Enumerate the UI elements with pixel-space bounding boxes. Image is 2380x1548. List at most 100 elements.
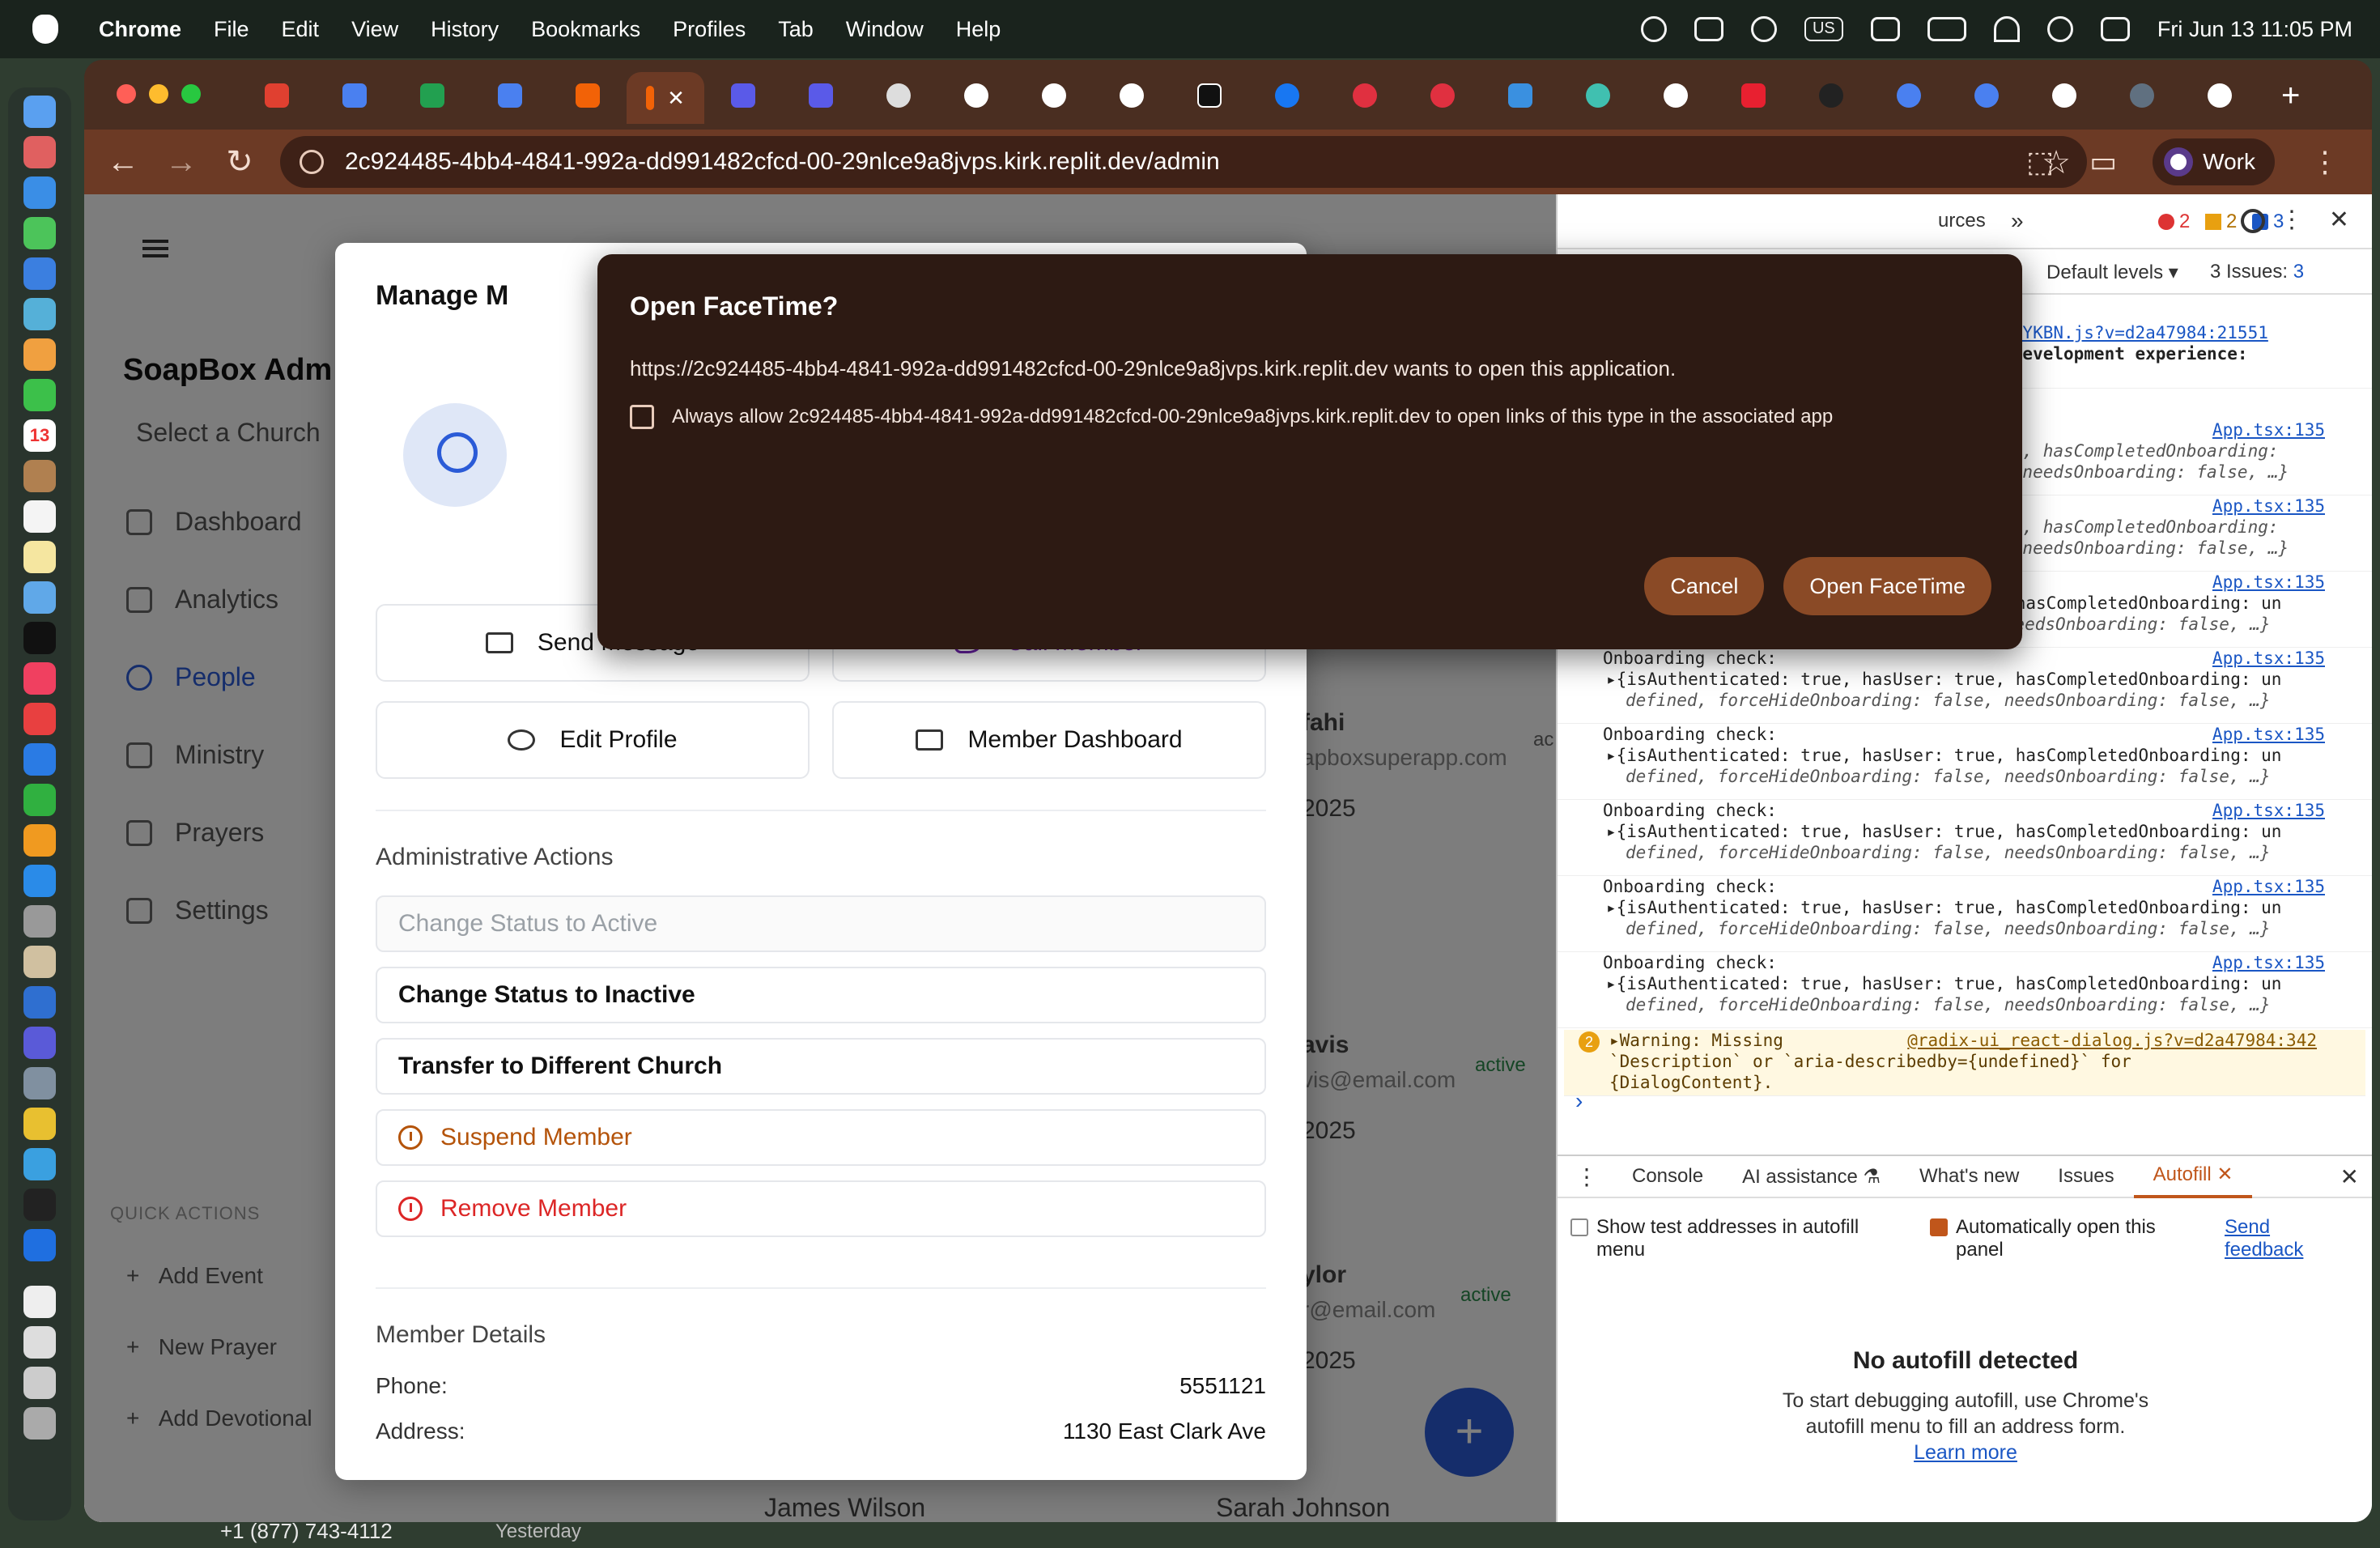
- member-dashboard-button[interactable]: Member Dashboard: [832, 701, 1266, 779]
- log-object[interactable]: ▸{isAuthenticated: true, hasUser: true, …: [1603, 746, 2281, 765]
- app-store-icon[interactable]: [23, 865, 56, 897]
- source-link[interactable]: App.tsx:135: [2212, 952, 2325, 973]
- edit-profile-button[interactable]: Edit Profile: [376, 701, 810, 779]
- cancel-button[interactable]: Cancel: [1644, 557, 1765, 615]
- terminal-icon[interactable]: [23, 1189, 56, 1221]
- tab-google-3[interactable]: [1637, 72, 1715, 119]
- source-link[interactable]: App.tsx:135: [2212, 800, 2325, 821]
- suspend-member-button[interactable]: Suspend Member: [376, 1109, 1266, 1166]
- change-status-inactive-button[interactable]: Change Status to Inactive: [376, 967, 1266, 1023]
- downloads-icon[interactable]: [23, 1326, 56, 1359]
- tab-openai-3[interactable]: [1870, 72, 1948, 119]
- tab-docs-2[interactable]: [471, 72, 549, 119]
- music-icon[interactable]: [23, 662, 56, 695]
- weather-icon[interactable]: [1750, 16, 1777, 42]
- document-icon[interactable]: [23, 1286, 56, 1318]
- display-icon[interactable]: [1870, 17, 1900, 41]
- trash-icon[interactable]: [23, 1407, 56, 1440]
- tab-red-1[interactable]: [1326, 72, 1404, 119]
- menu-bookmarks[interactable]: Bookmarks: [515, 17, 657, 42]
- keynote-icon[interactable]: [23, 743, 56, 776]
- menu-app-name[interactable]: Chrome: [83, 17, 198, 42]
- remove-member-button[interactable]: Remove Member: [376, 1180, 1266, 1237]
- chrome-icon[interactable]: [23, 1108, 56, 1140]
- menu-help[interactable]: Help: [940, 17, 1018, 42]
- tab-perplexity[interactable]: [1559, 72, 1637, 119]
- address-bar[interactable]: 2c924485-4bb4-4841-992a-dd991482cfcd-00-…: [280, 136, 2087, 188]
- control-center-icon[interactable]: [2100, 17, 2130, 41]
- open-facetime-button[interactable]: Open FaceTime: [1783, 557, 1991, 615]
- teams-icon[interactable]: [23, 1027, 56, 1059]
- tab-tesla[interactable]: [1715, 72, 1792, 119]
- tab-google-4[interactable]: [2181, 72, 2259, 119]
- numbers-icon[interactable]: [23, 784, 56, 816]
- tab-search-icon[interactable]: ▭: [2089, 145, 2117, 179]
- tab-sheets[interactable]: [393, 72, 471, 119]
- menu-file[interactable]: File: [198, 17, 266, 42]
- chrome-menu-icon[interactable]: ⋮: [2310, 145, 2340, 179]
- new-tab-button[interactable]: +: [2281, 78, 2300, 114]
- tab-soapbox-1[interactable]: [704, 72, 782, 119]
- finder-icon[interactable]: [23, 96, 56, 128]
- contacts-icon[interactable]: [23, 460, 56, 492]
- error-count-badge[interactable]: 2: [2158, 211, 2190, 233]
- log-object[interactable]: ▸{isAuthenticated: true, hasUser: true, …: [1603, 822, 2281, 841]
- tab-replit[interactable]: [549, 72, 627, 119]
- console-prompt[interactable]: ›: [1575, 1088, 1583, 1114]
- notes-icon[interactable]: [23, 541, 56, 573]
- transfer-church-button[interactable]: Transfer to Different Church: [376, 1038, 1266, 1095]
- menu-tab[interactable]: Tab: [762, 17, 830, 42]
- tab-gmail[interactable]: [238, 72, 316, 119]
- checkbox[interactable]: [1570, 1218, 1588, 1236]
- log-levels-dropdown[interactable]: Default levels ▾: [2046, 261, 2178, 284]
- forward-arrow-icon[interactable]: →: [152, 144, 210, 181]
- menubar-clock[interactable]: Fri Jun 13 11:05 PM: [2157, 17, 2352, 42]
- back-arrow-icon[interactable]: ←: [94, 144, 152, 181]
- issues-counter[interactable]: 3 Issues: 3: [2210, 261, 2304, 283]
- log-object[interactable]: ▸{isAuthenticated: true, hasUser: true, …: [1603, 670, 2281, 689]
- mail-icon[interactable]: [23, 257, 56, 290]
- close-drawer-icon[interactable]: ✕: [2340, 1163, 2359, 1190]
- gear-icon[interactable]: [2241, 209, 2265, 233]
- tab-puzzle[interactable]: [1481, 72, 1559, 119]
- auto-open-panel-option[interactable]: Automatically open this panel: [1930, 1216, 2197, 1261]
- tab-docs-1[interactable]: [316, 72, 393, 119]
- menu-profiles[interactable]: Profiles: [657, 17, 762, 42]
- close-icon[interactable]: ✕: [2329, 206, 2349, 234]
- drawer-menu-icon[interactable]: ⋮: [1558, 1163, 1613, 1190]
- tab-facebook[interactable]: [1248, 72, 1326, 119]
- wifi-icon[interactable]: [1993, 16, 2020, 42]
- reload-icon[interactable]: ↻: [210, 143, 269, 181]
- send-feedback-link[interactable]: Send feedback: [2225, 1216, 2322, 1261]
- profile-button[interactable]: Work: [2153, 138, 2275, 185]
- address-url[interactable]: 2c924485-4bb4-4841-992a-dd991482cfcd-00-…: [345, 148, 1220, 176]
- apple-logo-icon[interactable]: [32, 15, 58, 44]
- log-object[interactable]: ▸{isAuthenticated: true, hasUser: true, …: [1603, 898, 2281, 917]
- safari-icon[interactable]: [23, 176, 56, 209]
- source-link[interactable]: App.tsx:135: [2212, 876, 2325, 897]
- outlook-icon[interactable]: [23, 986, 56, 1019]
- tab-grammarly[interactable]: [2103, 72, 2181, 119]
- tab-x[interactable]: [1171, 72, 1248, 119]
- checkbox-checked[interactable]: [1930, 1218, 1948, 1236]
- tab-close-icon[interactable]: ✕: [667, 86, 685, 111]
- always-allow-checkbox[interactable]: [630, 405, 654, 429]
- learn-more-link[interactable]: Learn more: [1914, 1441, 2017, 1464]
- facetime-icon[interactable]: [23, 379, 56, 411]
- tab-sources[interactable]: urces: [1938, 210, 1986, 232]
- battery-icon[interactable]: [1927, 17, 1966, 41]
- spotlight-search-icon[interactable]: [2046, 16, 2073, 42]
- 1password-icon[interactable]: [23, 1229, 56, 1261]
- screen-sharing-icon[interactable]: [23, 1067, 56, 1099]
- close-window-button[interactable]: [117, 84, 136, 104]
- show-test-addresses-option[interactable]: Show test addresses in autofill menu: [1570, 1216, 1910, 1261]
- preview-icon[interactable]: [23, 946, 56, 978]
- authenticator-icon[interactable]: [1694, 17, 1723, 41]
- site-info-icon[interactable]: [300, 150, 324, 174]
- menu-view[interactable]: View: [335, 17, 414, 42]
- tab-red-2[interactable]: [1404, 72, 1481, 119]
- source-link[interactable]: App.tsx:135: [2212, 648, 2325, 669]
- tab-chrome[interactable]: [860, 72, 937, 119]
- menu-window[interactable]: Window: [830, 17, 940, 42]
- tab-openai-1[interactable]: [937, 72, 1015, 119]
